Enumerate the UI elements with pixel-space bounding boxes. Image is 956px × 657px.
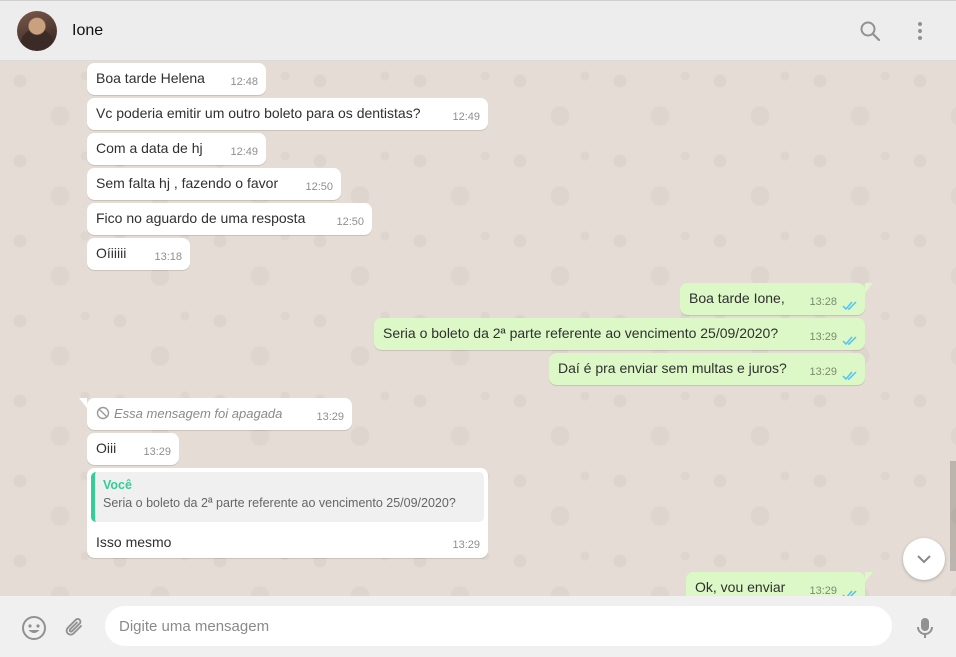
message-text: Com a data de hj	[96, 140, 203, 156]
contact-name[interactable]: Ione	[72, 22, 103, 40]
message-time: 13:29	[316, 411, 344, 423]
message-input[interactable]	[105, 606, 892, 646]
microphone-icon[interactable]	[912, 615, 938, 641]
bubble-tail	[79, 398, 87, 408]
message-time: 13:29	[452, 539, 480, 551]
message-text: Daí é pra enviar sem multas e juros?	[558, 360, 787, 376]
paperclip-icon[interactable]	[62, 615, 88, 641]
chat-header: Ione	[0, 0, 956, 61]
double-check-icon	[842, 301, 857, 311]
message-text: Boa tarde Helena	[96, 70, 205, 86]
ban-icon	[96, 406, 110, 420]
bubble-tail	[865, 283, 873, 293]
message-incoming[interactable]: Boa tarde Helena 12:48	[87, 63, 266, 95]
message-time: 13:29	[809, 366, 837, 378]
message-time: 12:48	[230, 76, 258, 88]
message-incoming[interactable]: Oíiiiii 13:18	[87, 238, 190, 270]
message-incoming[interactable]: Vc poderia emitir um outro boleto para o…	[87, 98, 488, 130]
double-check-icon	[842, 590, 857, 596]
emoji-icon[interactable]	[21, 615, 47, 641]
composer-bar	[0, 596, 956, 657]
scrollbar-thumb[interactable]	[950, 461, 956, 571]
message-list[interactable]: Boa tarde Helena 12:48 Vc poderia emitir…	[0, 61, 956, 596]
message-outgoing[interactable]: Ok, vou enviar 13:29	[686, 572, 873, 596]
chevron-down-icon	[917, 555, 931, 564]
menu-icon[interactable]	[908, 19, 932, 43]
message-incoming[interactable]: Sem falta hj , fazendo o favor 12:50	[87, 168, 341, 200]
bubble-tail	[865, 572, 873, 582]
message-text: Isso mesmo	[96, 534, 172, 550]
message-time: 13:28	[809, 296, 837, 308]
contact-avatar[interactable]	[17, 11, 57, 51]
double-check-icon	[842, 336, 857, 346]
message-text: Boa tarde Ione,	[689, 290, 785, 306]
message-incoming[interactable]: Oiii 13:29	[87, 433, 179, 465]
message-time: 13:29	[809, 331, 837, 343]
message-reply[interactable]: Você Seria o boleto da 2ª parte referent…	[87, 468, 488, 558]
message-time: 13:29	[143, 446, 171, 458]
message-text: Ok, vou enviar	[695, 579, 786, 595]
quoted-author: Você	[103, 478, 132, 492]
message-incoming[interactable]: Fico no aguardo de uma resposta 12:50	[87, 203, 372, 235]
scroll-to-bottom-button[interactable]	[903, 538, 945, 580]
message-text: Seria o boleto da 2ª parte referente ao …	[383, 325, 779, 341]
message-text: Oiii	[96, 440, 117, 456]
message-time: 13:29	[809, 585, 837, 596]
double-check-icon	[842, 371, 857, 381]
message-incoming[interactable]: Com a data de hj 12:49	[87, 133, 266, 165]
message-time: 12:50	[305, 181, 333, 193]
message-time: 12:49	[230, 146, 258, 158]
deleted-message: Essa mensagem foi apagada	[96, 406, 282, 421]
quoted-text: Seria o boleto da 2ª parte referente ao …	[103, 496, 456, 510]
message-text: Oíiiiii	[96, 245, 127, 261]
message-text: Fico no aguardo de uma resposta	[96, 210, 306, 226]
message-outgoing[interactable]: Seria o boleto da 2ª parte referente ao …	[374, 318, 865, 350]
message-time: 13:18	[154, 251, 182, 263]
quoted-message[interactable]: Você Seria o boleto da 2ª parte referent…	[91, 472, 484, 522]
message-deleted[interactable]: Essa mensagem foi apagada 13:29	[79, 398, 352, 430]
search-icon[interactable]	[858, 19, 882, 43]
message-outgoing[interactable]: Boa tarde Ione, 13:28	[680, 283, 873, 315]
message-time: 12:50	[336, 216, 364, 228]
message-time: 12:49	[452, 111, 480, 123]
message-text: Vc poderia emitir um outro boleto para o…	[96, 105, 421, 121]
message-text: Sem falta hj , fazendo o favor	[96, 175, 279, 191]
deleted-message-text: Essa mensagem foi apagada	[114, 406, 283, 421]
message-outgoing[interactable]: Daí é pra enviar sem multas e juros? 13:…	[549, 353, 865, 385]
